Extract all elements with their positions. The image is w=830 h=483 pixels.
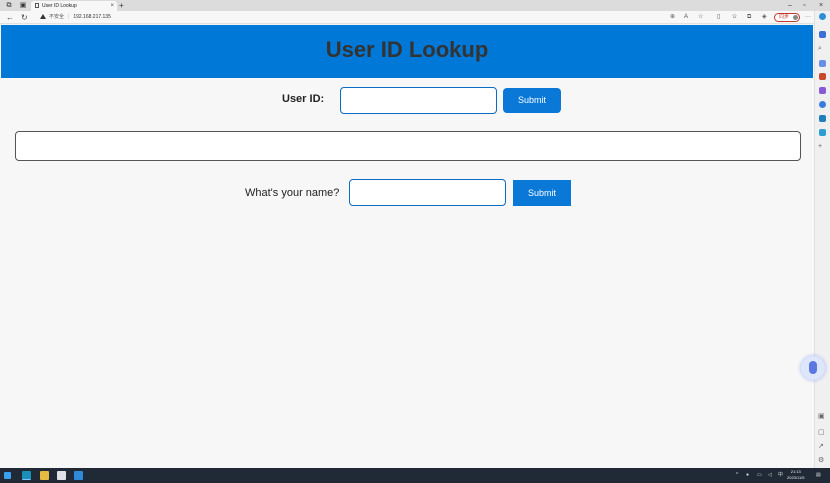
edge-sidebar: ⌕ + ▣ ▢ ↗ ⚙	[814, 11, 830, 468]
file-explorer-icon[interactable]	[40, 471, 49, 480]
insecure-label: 不安全	[49, 14, 65, 20]
tab-actions-icon[interactable]: ▣	[18, 1, 28, 10]
mail-icon[interactable]	[74, 471, 83, 480]
drop-icon[interactable]	[819, 129, 826, 136]
open-external-icon[interactable]: ↗	[818, 443, 824, 450]
more-menu-icon[interactable]: ···	[805, 13, 811, 22]
page-content: User ID Lookup User ID: Submit What's yo…	[0, 25, 825, 468]
page-title: User ID Lookup	[325, 37, 489, 62]
close-tab-icon[interactable]: ×	[110, 1, 114, 11]
warning-icon	[40, 14, 46, 19]
clock-date: 2023/11/5	[787, 475, 805, 480]
tag-icon[interactable]	[819, 60, 826, 67]
tab-title: User ID Lookup	[42, 3, 77, 9]
user-id-label: User ID:	[282, 93, 325, 105]
tab-user-id-lookup[interactable]: User ID Lookup ×	[31, 1, 117, 11]
tray-app-icon[interactable]: ●	[746, 471, 749, 480]
restore-button[interactable]: ▫	[803, 0, 805, 11]
name-label: What's your name?	[245, 187, 340, 199]
user-id-input[interactable]	[340, 87, 497, 114]
read-aloud-icon[interactable]: A	[684, 13, 688, 22]
start-icon[interactable]	[4, 472, 11, 479]
people-icon[interactable]	[819, 87, 826, 94]
ime-indicator[interactable]: 中	[778, 471, 783, 480]
outlook-icon[interactable]	[819, 115, 826, 122]
name-submit-button[interactable]: Submit	[513, 180, 571, 206]
hide-sidebar-icon[interactable]: ▢	[818, 429, 825, 436]
profile-label: 同步	[779, 14, 790, 20]
add-icon[interactable]: +	[818, 143, 822, 150]
mouse-icon	[809, 361, 817, 374]
clock[interactable]: 21:13 2023/11/5	[787, 469, 805, 481]
page-header: User ID Lookup	[1, 25, 813, 78]
settings-gear-icon[interactable]: ⚙	[818, 457, 824, 464]
toolbox-icon[interactable]	[819, 73, 826, 80]
collections-icon[interactable]: ⧉	[747, 13, 751, 22]
network-icon[interactable]: ▭	[757, 471, 762, 480]
close-window-button[interactable]: ×	[819, 0, 823, 11]
edge-taskbar-icon[interactable]	[22, 471, 31, 480]
refresh-icon[interactable]: ↻	[21, 12, 28, 23]
name-input[interactable]	[349, 179, 506, 206]
games-icon[interactable]	[819, 101, 826, 108]
avatar	[793, 15, 798, 20]
url-text: 192.168.217.135	[73, 14, 111, 20]
notification-icon[interactable]: ▤	[816, 471, 821, 480]
extensions-icon[interactable]: ◈	[762, 13, 767, 22]
address-bar: ← ↻ 不安全 | 192.168.217.135 ⊕ A ☆ ▯ ✩ ⧉ ◈ 同步…	[0, 11, 830, 24]
user-id-submit-button[interactable]: Submit	[503, 88, 561, 113]
taskbar: ^ ● ▭ ◁ 中 21:13 2023/11/5 ▤	[0, 468, 830, 483]
screenshot-icon[interactable]: ▣	[818, 413, 825, 420]
app-icon[interactable]	[57, 471, 66, 480]
tray-chevron-icon[interactable]: ^	[736, 471, 738, 480]
back-icon[interactable]: ←	[6, 12, 14, 23]
minimize-button[interactable]: –	[788, 0, 792, 11]
new-tab-button[interactable]: +	[119, 0, 124, 11]
floating-assistant-icon[interactable]	[801, 356, 825, 380]
discover-icon[interactable]	[819, 31, 826, 38]
split-screen-icon[interactable]: ▯	[717, 13, 720, 22]
url-separator: |	[68, 14, 70, 20]
workspaces-icon[interactable]: ⧉	[4, 1, 14, 10]
copilot-icon[interactable]	[819, 13, 826, 20]
zoom-icon[interactable]: ⊕	[670, 13, 675, 22]
url-field[interactable]: 不安全 | 192.168.217.135	[40, 13, 111, 22]
tab-strip: ⧉ ▣ User ID Lookup × + – ▫ ×	[0, 0, 830, 11]
search-icon[interactable]: ⌕	[818, 45, 822, 52]
volume-icon[interactable]: ◁	[768, 471, 772, 480]
favorites-icon[interactable]: ✩	[732, 13, 737, 22]
result-output	[15, 131, 801, 161]
profile-button[interactable]: 同步	[774, 13, 800, 22]
page-icon	[35, 3, 39, 8]
favorite-icon[interactable]: ☆	[698, 13, 703, 22]
